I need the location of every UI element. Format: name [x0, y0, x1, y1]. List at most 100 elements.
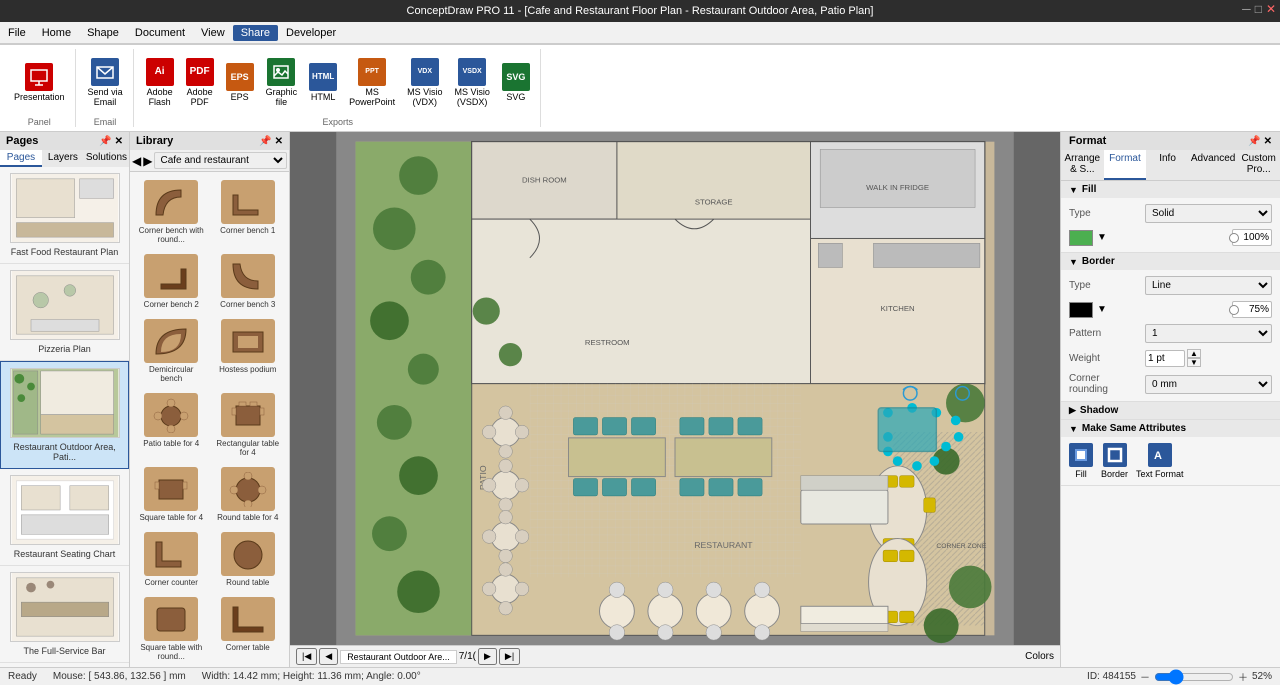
border-type-select[interactable]: Line None Dashed [1145, 276, 1272, 295]
lib-item-corner-bench-1[interactable]: Corner bench 1 [211, 176, 286, 248]
lib-thumb-round-table [221, 532, 275, 576]
lib-thumb-corner-bench-1 [221, 180, 275, 224]
page-next-btn[interactable]: ▶ [478, 648, 497, 665]
page-item-5[interactable]: The Full-Service Bar [0, 566, 129, 663]
lib-item-corner-bench-round[interactable]: Corner bench with round... [134, 176, 209, 248]
fill-section-content: Type Solid None Gradient ▼ [1061, 198, 1280, 252]
zoom-slider[interactable] [1154, 669, 1234, 685]
ribbon-group-email: Send viaEmail Email [78, 49, 134, 127]
ribbon-btn-graphic[interactable]: Graphicfile [262, 56, 302, 109]
border-weight-input[interactable] [1145, 350, 1185, 367]
close-btn[interactable]: ✕ [1266, 2, 1276, 16]
lib-item-corner-counter[interactable]: Corner counter [134, 528, 209, 591]
canvas-container[interactable]: DISH ROOM STORAGE WALK IN FRIDGE KITCHEN [290, 132, 1060, 645]
library-close-icon[interactable]: ✕ [275, 136, 283, 147]
ribbon-btn-svg[interactable]: SVG SVG [498, 61, 534, 104]
shadow-section-label: Shadow [1080, 405, 1118, 416]
tab-info[interactable]: Info [1146, 150, 1189, 180]
page-last-btn[interactable]: ▶| [499, 648, 520, 665]
lib-item-square-table-4[interactable]: Square table for 4 [134, 463, 209, 526]
tab-advanced[interactable]: Advanced [1189, 150, 1237, 180]
pages-panel: Pages 📌 ✕ Pages Layers Solutions [0, 132, 130, 667]
border-pattern-select[interactable]: 1 2 3 [1145, 324, 1272, 343]
library-category-select[interactable]: Cafe and restaurant Restaurant Outdoor [154, 152, 287, 169]
page-item-1[interactable]: Fast Food Restaurant Plan [0, 167, 129, 264]
page-first-btn[interactable]: |◀ [296, 648, 317, 665]
fill-color-dropdown[interactable]: ▼ [1097, 232, 1107, 243]
lib-item-round-table-4[interactable]: Round table for 4 [211, 463, 286, 526]
fill-color-swatch[interactable] [1069, 230, 1093, 246]
tab-layers[interactable]: Layers [42, 150, 84, 167]
library-items: Corner bench with round... Corner bench … [130, 172, 289, 667]
ribbon-btn-presentation[interactable]: Presentation [10, 61, 69, 104]
border-section-header[interactable]: ▼ Border [1061, 253, 1280, 270]
fill-section-header[interactable]: ▼ Fill [1061, 181, 1280, 198]
border-weight-up[interactable]: ▲ [1187, 349, 1201, 358]
menu-home[interactable]: Home [34, 25, 79, 41]
border-color-row: ▼ [1069, 301, 1272, 318]
menu-shape[interactable]: Shape [79, 25, 127, 41]
make-same-text-format-icon: A [1148, 443, 1172, 467]
zoom-out-btn[interactable]: － [1140, 669, 1150, 684]
lib-item-demicircular-bench[interactable]: Demicircular bench [134, 315, 209, 387]
tab-custom[interactable]: Custom Pro... [1237, 150, 1280, 180]
lib-item-rect-table-4[interactable]: Rectangular table for 4 [211, 389, 286, 461]
page-item-2[interactable]: Pizzeria Plan [0, 264, 129, 361]
lib-item-patio-table-4[interactable]: Patio table for 4 [134, 389, 209, 461]
pages-pin-icon[interactable]: 📌 [99, 136, 111, 147]
send-email-label: Send viaEmail [88, 87, 123, 107]
pages-close-icon[interactable]: ✕ [115, 136, 123, 147]
page-label-2: Pizzeria Plan [4, 342, 125, 356]
ribbon-btn-adobe-pdf[interactable]: PDF AdobePDF [182, 56, 218, 109]
tab-pages[interactable]: Pages [0, 150, 42, 167]
tab-solutions[interactable]: Solutions [84, 150, 129, 167]
minimize-btn[interactable]: ─ [1242, 2, 1251, 16]
ribbon-btn-html[interactable]: HTML HTML [305, 61, 341, 104]
maximize-btn[interactable]: □ [1255, 2, 1262, 16]
library-pin-icon[interactable]: 📌 [259, 136, 271, 147]
lib-thumb-corner-counter [144, 532, 198, 576]
page-item-3[interactable]: Restaurant Outdoor Area, Pati... [0, 361, 129, 469]
tab-arrange[interactable]: Arrange & S... [1061, 150, 1104, 180]
lib-item-round-table[interactable]: Round table [211, 528, 286, 591]
lib-item-corner-table[interactable]: Corner table [211, 593, 286, 665]
shadow-section-header[interactable]: ▶ Shadow [1061, 402, 1280, 419]
ribbon-btn-send-email[interactable]: Send viaEmail [84, 56, 127, 109]
menu-view[interactable]: View [193, 25, 233, 41]
library-nav-forward[interactable]: ▶ [143, 154, 152, 168]
library-nav-back[interactable]: ◀ [132, 154, 141, 168]
page-item-4[interactable]: Restaurant Seating Chart [0, 469, 129, 566]
lib-item-corner-bench-3[interactable]: Corner bench 3 [211, 250, 286, 313]
format-pin-icon[interactable]: 📌 [1248, 136, 1260, 147]
zoom-in-btn[interactable]: ＋ [1238, 669, 1248, 684]
ribbon-btn-ms-visio-vsdx[interactable]: VSDX MS Visio(VSDX) [450, 56, 493, 109]
menu-file[interactable]: File [0, 25, 34, 41]
lib-item-corner-bench-2[interactable]: Corner bench 2 [134, 250, 209, 313]
menu-share[interactable]: Share [233, 25, 278, 41]
make-same-border[interactable]: Border [1101, 443, 1128, 479]
make-same-text-format[interactable]: A Text Format [1136, 443, 1184, 479]
lib-item-hostess-podium[interactable]: Hostess podium [211, 315, 286, 387]
presentation-label: Presentation [14, 92, 65, 102]
page-label-5: The Full-Service Bar [4, 644, 125, 658]
page-prev-btn[interactable]: ◀ [319, 648, 338, 665]
ribbon-btn-eps[interactable]: EPS EPS [222, 61, 258, 104]
tab-format[interactable]: Format [1104, 150, 1147, 180]
make-same-fill[interactable]: Fill [1069, 443, 1093, 479]
border-color-dropdown[interactable]: ▼ [1097, 304, 1107, 315]
lib-item-square-table-round[interactable]: Square table with round... [134, 593, 209, 665]
make-same-section-header[interactable]: ▼ Make Same Attributes [1061, 420, 1280, 437]
ribbon-btn-ms-ppt[interactable]: PPT MSPowerPoint [345, 56, 399, 109]
fill-type-select[interactable]: Solid None Gradient [1145, 204, 1272, 223]
svg-label: SVG [506, 92, 525, 102]
ribbon-btn-ms-visio-vdx[interactable]: VDX MS Visio(VDX) [403, 56, 446, 109]
presentation-icon [25, 63, 53, 91]
floor-plan: DISH ROOM STORAGE WALK IN FRIDGE KITCHEN [290, 132, 1060, 645]
menu-document[interactable]: Document [127, 25, 193, 41]
menu-developer[interactable]: Developer [278, 25, 344, 41]
border-color-swatch[interactable] [1069, 302, 1093, 318]
ribbon-btn-adobe-flash[interactable]: Ai AdobeFlash [142, 56, 178, 109]
format-close-icon[interactable]: ✕ [1264, 136, 1272, 147]
border-weight-down[interactable]: ▼ [1187, 358, 1201, 367]
border-corner-select[interactable]: 0 mm 1 mm 2 mm [1145, 375, 1272, 394]
